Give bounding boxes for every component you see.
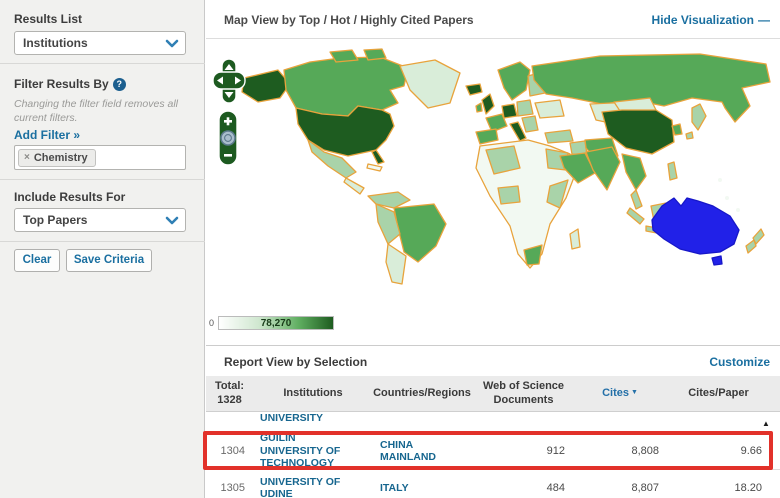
- country-greenland: [400, 60, 460, 108]
- country-germany: [502, 104, 517, 118]
- column-cites-sortable[interactable]: Cites▼: [576, 387, 664, 401]
- institution-link[interactable]: UNIVERSITY OF UDINE: [260, 476, 355, 498]
- table-row-partial: UNIVERSITY: [206, 412, 780, 433]
- documents-cell: 484: [471, 482, 576, 494]
- legend-max-value: 78,270: [261, 318, 292, 329]
- results-list-selected-value: Institutions: [23, 36, 88, 50]
- report-title: Report View by Selection: [224, 355, 367, 369]
- map-panel-header: Map View by Top / Hot / Highly Cited Pap…: [206, 0, 780, 39]
- save-criteria-button[interactable]: Save Criteria: [66, 249, 152, 272]
- filter-sidebar: Results List Institutions Filter Results…: [0, 0, 205, 498]
- add-filter-link[interactable]: Add Filter »: [14, 128, 80, 142]
- column-countries-regions: Countries/Regions: [373, 387, 471, 401]
- filter-chip-label: Chemistry: [34, 152, 88, 164]
- cites-per-paper-cell: 9.66: [664, 445, 773, 457]
- column-total: Total: 1328: [206, 380, 253, 408]
- cites-per-paper-cell: 18.20: [664, 482, 773, 494]
- map-panel-title: Map View by Top / Hot / Highly Cited Pap…: [224, 13, 474, 27]
- table-row-1305: 1305 UNIVERSITY OF UDINE ITALY 484 8,807…: [206, 470, 780, 498]
- cites-cell: 8,807: [576, 482, 664, 494]
- include-results-select[interactable]: Top Papers: [14, 208, 186, 232]
- customize-link[interactable]: Customize: [709, 355, 770, 369]
- help-icon[interactable]: ?: [113, 78, 126, 91]
- country-turkey: [545, 130, 573, 143]
- sidebar-divider: [0, 63, 205, 64]
- map-visualization-area: 0 78,270: [206, 40, 780, 345]
- column-institutions: Institutions: [253, 387, 373, 401]
- country-alaska: [242, 70, 290, 102]
- filter-chip-chemistry: × Chemistry: [18, 149, 96, 167]
- sort-descending-icon: ▼: [631, 389, 638, 396]
- hide-visualization-link[interactable]: Hide Visualization—: [652, 13, 770, 27]
- institution-link[interactable]: GUILIN UNIVERSITY OF TECHNOLOGY: [260, 432, 355, 469]
- chevron-down-icon: [165, 39, 179, 48]
- rank-cell: 1304: [206, 445, 253, 457]
- include-results-label: Include Results For: [14, 190, 125, 204]
- country-spain: [476, 129, 498, 144]
- clear-button[interactable]: Clear: [14, 249, 60, 272]
- country-link[interactable]: ITALY: [380, 482, 409, 494]
- results-list-label: Results List: [14, 12, 82, 26]
- country-japan: [692, 104, 706, 130]
- column-cites-per-paper: Cites/Paper: [664, 387, 773, 401]
- country-link[interactable]: CHINA MAINLAND: [380, 439, 452, 464]
- column-wos-documents: Web of Science Documents: [471, 380, 576, 408]
- australia-tasmania: [712, 256, 722, 265]
- sidebar-divider: [0, 179, 205, 180]
- world-map[interactable]: [230, 48, 776, 310]
- legend-gradient-bar: 78,270: [218, 316, 334, 330]
- minus-icon: —: [758, 13, 770, 27]
- results-list-select[interactable]: Institutions: [14, 31, 186, 55]
- map-zoom-control[interactable]: [217, 110, 239, 166]
- country-iceland: [466, 84, 482, 95]
- table-header: Total: 1328 Institutions Countries/Regio…: [206, 376, 780, 412]
- filter-note: Changing the filter field removes all cu…: [14, 97, 190, 125]
- remove-chip-icon[interactable]: ×: [24, 152, 30, 163]
- sidebar-divider: [0, 241, 205, 242]
- institution-link-partial[interactable]: UNIVERSITY: [260, 412, 323, 424]
- selected-country-australia[interactable]: [652, 198, 739, 254]
- zoom-out-icon: [224, 154, 232, 157]
- documents-cell: 912: [471, 445, 576, 457]
- esi-application: Results List Institutions Filter Results…: [0, 0, 780, 498]
- country-canada: [284, 57, 408, 116]
- globe-reset-icon: [221, 131, 235, 145]
- legend-min-value: 0: [209, 318, 214, 328]
- rank-cell: 1305: [206, 482, 253, 494]
- map-countries[interactable]: [242, 49, 770, 284]
- table-row-1304: 1304 GUILIN UNIVERSITY OF TECHNOLOGY CHI…: [206, 433, 780, 470]
- scroll-up-icon[interactable]: ▲: [762, 419, 770, 428]
- cites-cell: 8,808: [576, 445, 664, 457]
- filter-input[interactable]: × Chemistry: [14, 145, 186, 170]
- table-body: UNIVERSITY 1304 GUILIN UNIVERSITY OF TEC…: [206, 412, 780, 498]
- include-results-selected-value: Top Papers: [23, 213, 87, 227]
- map-legend: 0 78,270: [209, 316, 334, 330]
- main-content: Map View by Top / Hot / Highly Cited Pap…: [206, 0, 780, 498]
- chevron-down-icon: [165, 216, 179, 225]
- report-titlebar: Report View by Selection Customize: [206, 346, 780, 376]
- map-pan-control[interactable]: [212, 58, 246, 104]
- country-uk: [482, 94, 494, 114]
- filter-results-label: Filter Results By?: [14, 77, 126, 91]
